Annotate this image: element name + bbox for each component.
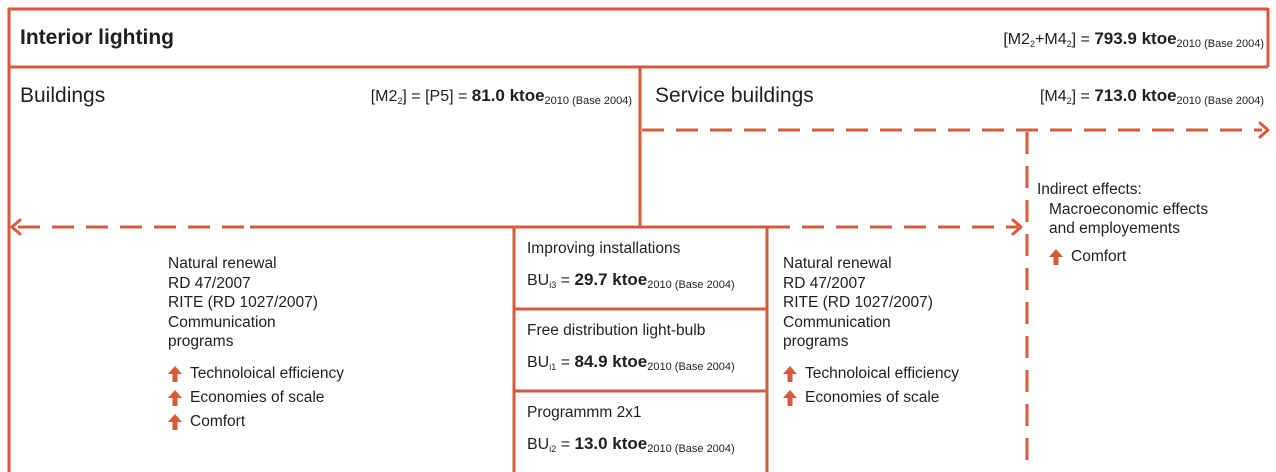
left-measures: Natural renewal RD 47/2007 RITE (RD 1027… (168, 254, 344, 434)
service-formula-lhs: [M4 (1039, 88, 1067, 105)
right-line: RD 47/2007 (783, 274, 866, 292)
left-line: programs (168, 333, 234, 350)
arrow-up-icon (1049, 248, 1063, 265)
measure-box-title: Improving installations (527, 240, 681, 257)
left-effect-item: Comfort (168, 410, 344, 434)
formula-eq: = (556, 354, 575, 371)
measure-box-formula: BUi1 = 84.9 ktoe2010 (Base 2004) (527, 352, 735, 373)
right-effect-label: Economies of scale (805, 388, 940, 406)
left-line: Communication (168, 313, 276, 331)
total-value: 793.9 ktoe (1094, 29, 1177, 48)
total-subscript: 2010 (Base 2004) (1176, 38, 1264, 50)
total-plus: +M4 (1035, 31, 1067, 48)
indirect-line: Indirect effects: (1037, 181, 1142, 198)
left-effect-label: Technoloical efficiency (190, 364, 344, 382)
right-effect-label: Technoloical efficiency (805, 364, 959, 382)
formula-value: 29.7 ktoe (574, 270, 648, 289)
right-effect-item: Economies of scale (783, 386, 959, 410)
arrow-up-icon (168, 365, 182, 382)
total-formula-lhs: [M2 (1003, 31, 1031, 48)
page-title: Interior lighting (20, 26, 174, 49)
indirect-line: and employements (1049, 220, 1180, 237)
left-effect-label: Comfort (190, 412, 246, 430)
buildings-formula-lhs: [M2 (370, 88, 398, 105)
measure-box-improving: Improving installations BUi3 = 29.7 ktoe… (527, 240, 735, 291)
buildings-eq: ] = [P5] = (402, 88, 472, 105)
total-formula: [M22+M42] = 793.9 ktoe2010 (Base 2004) (1003, 29, 1264, 50)
left-effect-label: Economies of scale (190, 388, 325, 406)
formula-subscript: 2010 (Base 2004) (647, 443, 735, 455)
right-line: RITE (RD 1027/2007) (783, 294, 933, 311)
indirect-effect-label: Comfort (1071, 247, 1127, 265)
arrow-up-icon (168, 389, 182, 406)
formula-subscript: 2010 (Base 2004) (647, 361, 735, 373)
indirect-effect-item: Comfort (1037, 245, 1208, 269)
service-label: Service buildings (655, 84, 814, 107)
formula-prefix: BU (527, 272, 550, 289)
buildings-formula: [M22] = [P5] = 81.0 ktoe2010 (Base 2004) (371, 86, 632, 107)
arrow-up-icon (783, 365, 797, 382)
buildings-value: 81.0 ktoe (471, 86, 545, 105)
formula-value: 84.9 ktoe (574, 352, 648, 371)
right-effect-item: Technoloical efficiency (783, 362, 959, 386)
formula-subscript: 2010 (Base 2004) (647, 279, 735, 291)
left-line: RITE (RD 1027/2007) (168, 294, 318, 311)
right-measures: Natural renewal RD 47/2007 RITE (RD 1027… (783, 254, 959, 410)
indirect-line: Macroeconomic effects (1049, 200, 1209, 218)
arrow-up-icon (783, 389, 797, 406)
formula-prefix: BU (527, 436, 550, 453)
left-effect-item: Economies of scale (168, 386, 344, 410)
right-line: programs (783, 333, 849, 350)
measure-box-title: Free distribution light-bulb (527, 322, 706, 339)
indirect-effects: Indirect effects: Macroeconomic effects … (1037, 180, 1208, 269)
right-line: Communication (783, 313, 891, 331)
buildings-subscript: 2010 (Base 2004) (544, 95, 632, 107)
formula-prefix: BU (527, 354, 550, 371)
total-eq: ] = (1071, 31, 1095, 48)
left-line: RD 47/2007 (168, 274, 251, 292)
service-eq: ] = (1071, 88, 1095, 105)
measure-box-formula: BUi3 = 29.7 ktoe2010 (Base 2004) (527, 270, 735, 291)
service-subscript: 2010 (Base 2004) (1176, 95, 1264, 107)
buildings-label: Buildings (20, 84, 106, 107)
arrow-up-icon (168, 413, 182, 430)
formula-eq: = (556, 436, 575, 453)
right-line: Natural renewal (783, 255, 892, 272)
measure-box-formula: BUi2 = 13.0 ktoe2010 (Base 2004) (527, 434, 735, 455)
formula-value: 13.0 ktoe (574, 434, 648, 453)
service-formula: [M42] = 713.0 ktoe2010 (Base 2004) (1040, 86, 1264, 107)
measure-box-programmm: Programmm 2x1 BUi2 = 13.0 ktoe2010 (Base… (527, 404, 735, 455)
left-line: Natural renewal (168, 255, 277, 272)
measure-box-free-distribution: Free distribution light-bulb BUi1 = 84.9… (527, 322, 735, 373)
service-value: 713.0 ktoe (1094, 86, 1177, 105)
left-effect-item: Technoloical efficiency (168, 362, 344, 386)
measure-box-title: Programmm 2x1 (527, 404, 642, 421)
formula-eq: = (556, 272, 575, 289)
